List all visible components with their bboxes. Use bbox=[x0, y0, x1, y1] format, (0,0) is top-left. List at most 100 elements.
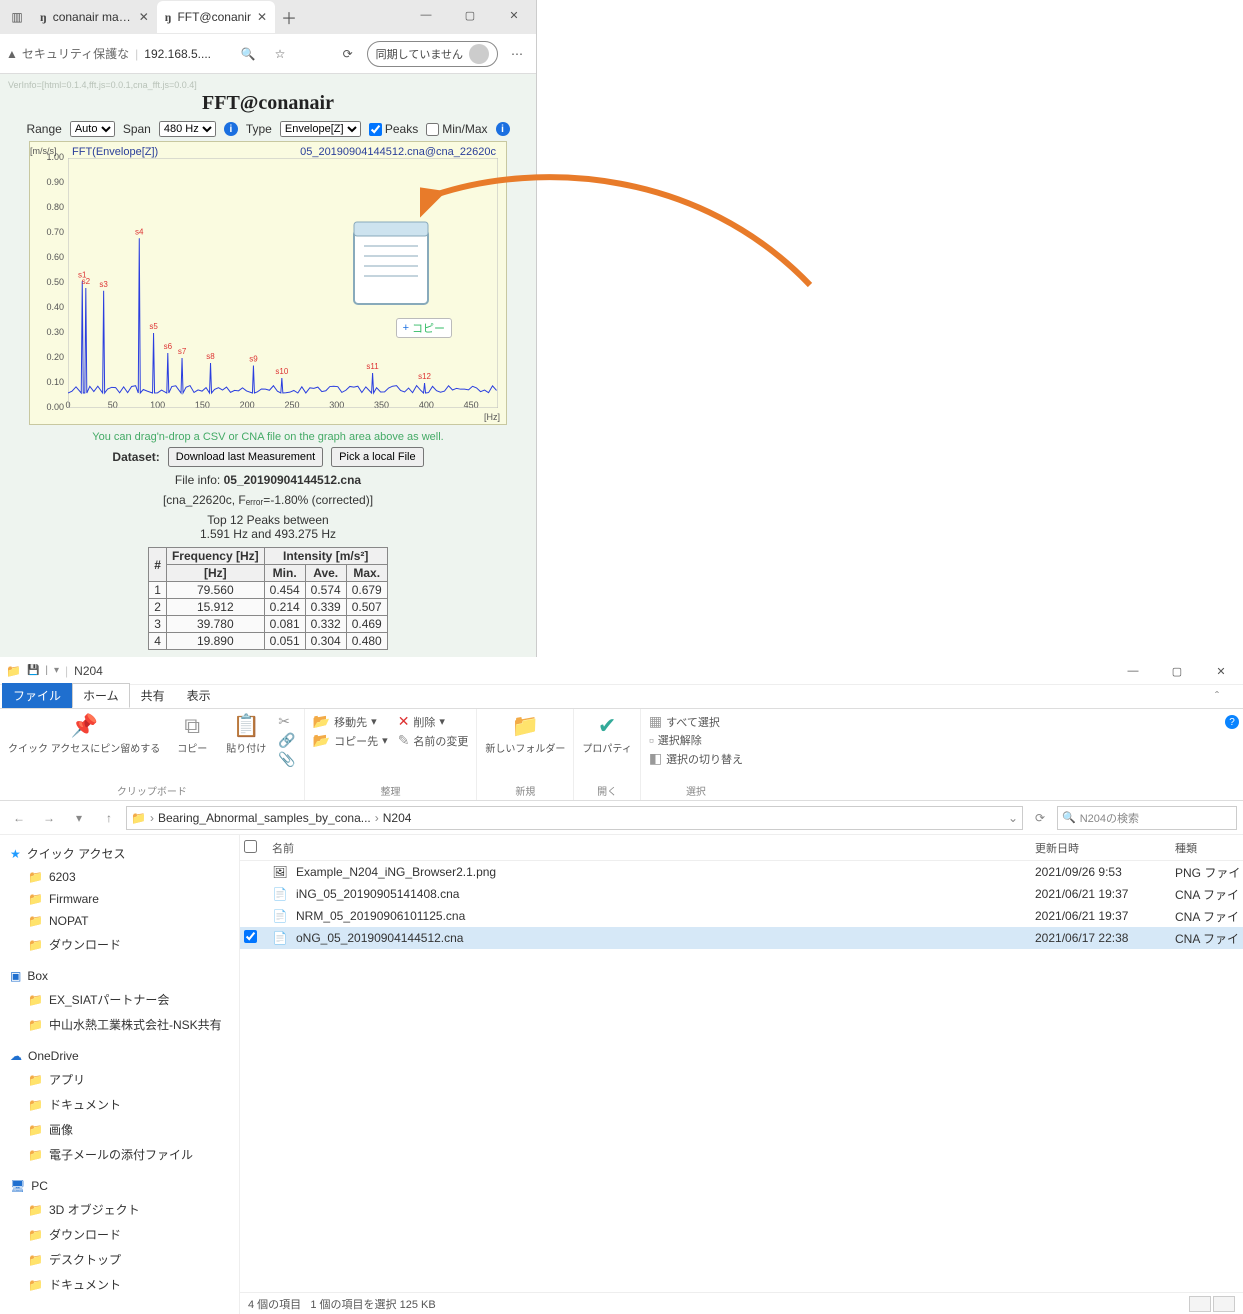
col-type[interactable]: 種類 bbox=[1175, 840, 1243, 856]
column-headers[interactable]: 名前 更新日時 種類 bbox=[240, 835, 1243, 861]
close-button[interactable]: ✕ bbox=[1199, 657, 1243, 685]
nav-item[interactable]: 📁6203 bbox=[0, 866, 239, 888]
browser-tab-0[interactable]: ŋ conanair manua ✕ bbox=[32, 1, 157, 33]
nav-item[interactable]: 📁EX_SIATパートナー会 bbox=[0, 987, 239, 1012]
file-row[interactable]: 📄iNG_05_20190905141408.cna2021/06/21 19:… bbox=[240, 883, 1243, 905]
nav-item[interactable]: 📁アプリ bbox=[0, 1067, 239, 1092]
nav-quick-access[interactable]: ★クイック アクセス bbox=[0, 841, 239, 866]
nav-tree[interactable]: ★クイック アクセス 📁6203📁Firmware📁NOPAT📁ダウンロード ▣… bbox=[0, 835, 240, 1314]
menu-icon[interactable]: ⋯ bbox=[504, 41, 530, 67]
file-row[interactable]: 📄oNG_05_20190904144512.cna2021/06/17 22:… bbox=[240, 927, 1243, 949]
back-button[interactable]: ← bbox=[6, 805, 32, 831]
selectall-button[interactable]: ▦すべて選択 bbox=[649, 713, 720, 730]
copy-button[interactable]: +コピー bbox=[396, 318, 452, 338]
nav-item[interactable]: 📁電子メールの添付ファイル bbox=[0, 1142, 239, 1167]
pick-file-button[interactable]: Pick a local File bbox=[331, 447, 423, 467]
collapse-ribbon-icon[interactable]: ˆ bbox=[1215, 689, 1219, 703]
crumb-root[interactable]: Bearing_Abnormal_samples_by_cona... bbox=[158, 811, 371, 825]
table-row: 339.7800.0810.3320.469 bbox=[149, 616, 387, 633]
col-date[interactable]: 更新日時 bbox=[1035, 840, 1175, 856]
svg-text:s2: s2 bbox=[82, 277, 91, 286]
pin-button[interactable]: 📌クイック アクセスにピン留めする bbox=[8, 713, 160, 755]
address-text[interactable]: 192.168.5.... bbox=[144, 47, 211, 61]
chart-area[interactable]: 0.000.100.200.300.400.500.600.700.800.90… bbox=[29, 141, 507, 425]
tab-view[interactable]: 表示 bbox=[176, 683, 222, 708]
view-icons-button[interactable] bbox=[1213, 1296, 1235, 1312]
search-input[interactable]: 🔍 N204の検索 bbox=[1057, 806, 1237, 830]
qat-sep: | bbox=[45, 665, 48, 676]
forward-button[interactable]: → bbox=[36, 805, 62, 831]
tab-actions-icon[interactable]: ▥ bbox=[2, 2, 32, 32]
refresh-icon[interactable]: ⟳ bbox=[335, 41, 361, 67]
nav-onedrive[interactable]: ☁OneDrive bbox=[0, 1045, 239, 1067]
newfolder-button[interactable]: 📁新しいフォルダー bbox=[485, 713, 565, 755]
tab-label-0: conanair manua bbox=[53, 10, 133, 24]
security-indicator[interactable]: ▲ セキュリティ保護な bbox=[6, 45, 129, 62]
file-row[interactable]: 🖼Example_N204_iNG_Browser2.1.png2021/09/… bbox=[240, 861, 1243, 883]
info-icon[interactable]: i bbox=[496, 122, 510, 136]
invert-button[interactable]: ◧選択の切り替え bbox=[649, 750, 743, 767]
sync-button[interactable]: 同期していません bbox=[367, 41, 498, 67]
file-info: File info: 05_20190904144512.cna bbox=[8, 473, 528, 487]
nav-item[interactable]: 📁Firmware bbox=[0, 888, 239, 910]
crumb-leaf[interactable]: N204 bbox=[383, 811, 412, 825]
copyto-button[interactable]: 📂コピー先▾ bbox=[313, 732, 388, 749]
cut-button[interactable]: ✂ bbox=[278, 713, 290, 730]
qat-save-icon[interactable]: 💾 bbox=[27, 665, 39, 676]
edge-toolbar: ▲ セキュリティ保護な | 192.168.5.... 🔍 ☆ ⟳ 同期していま… bbox=[0, 34, 536, 74]
rename-button[interactable]: ✎名前の変更 bbox=[398, 732, 469, 749]
properties-button[interactable]: ✔プロパティ bbox=[582, 713, 631, 755]
favorite-icon[interactable]: ☆ bbox=[267, 41, 293, 67]
maximize-button[interactable]: ▢ bbox=[1155, 657, 1199, 685]
tab-share[interactable]: 共有 bbox=[130, 683, 176, 708]
nav-pc[interactable]: 🖥PC bbox=[0, 1175, 239, 1197]
nav-item[interactable]: 📁ドキュメント bbox=[0, 1272, 239, 1297]
minimize-button[interactable]: — bbox=[404, 0, 448, 30]
folder-icon: 📁 bbox=[131, 811, 146, 825]
browser-tab-1[interactable]: ŋ FFT@conanir ✕ bbox=[157, 1, 275, 33]
tab-home[interactable]: ホーム bbox=[72, 683, 130, 708]
minmax-checkbox[interactable]: Min/Max bbox=[426, 122, 487, 136]
file-row[interactable]: 📄NRM_05_20190906101125.cna2021/06/21 19:… bbox=[240, 905, 1243, 927]
nav-item[interactable]: 📁ダウンロード bbox=[0, 1222, 239, 1247]
paste-shortcut-button[interactable]: 📎 bbox=[278, 751, 295, 768]
recent-button[interactable]: ▾ bbox=[66, 805, 92, 831]
col-name[interactable]: 名前 bbox=[268, 840, 1035, 856]
close-button[interactable]: ✕ bbox=[492, 0, 536, 30]
help-icon[interactable]: ? bbox=[1225, 715, 1239, 729]
close-icon[interactable]: ✕ bbox=[257, 10, 267, 24]
new-tab-button[interactable]: ＋ bbox=[275, 3, 303, 31]
nav-item[interactable]: 📁ドキュメント bbox=[0, 1092, 239, 1117]
nav-item[interactable]: 📁画像 bbox=[0, 1117, 239, 1142]
nav-item[interactable]: 📁デスクトップ bbox=[0, 1247, 239, 1272]
moveto-button[interactable]: 📂移動先▾ bbox=[313, 713, 377, 730]
nav-box[interactable]: ▣Box bbox=[0, 965, 239, 987]
up-button[interactable]: ↑ bbox=[96, 805, 122, 831]
tab-file[interactable]: ファイル bbox=[2, 683, 72, 708]
maximize-button[interactable]: ▢ bbox=[448, 0, 492, 30]
select-all-checkbox[interactable] bbox=[244, 840, 257, 853]
type-select[interactable]: Envelope[Z] bbox=[280, 121, 361, 137]
paste-button[interactable]: 📋貼り付け bbox=[224, 713, 268, 755]
copy-button[interactable]: ⧉コピー bbox=[170, 713, 214, 755]
delete-button[interactable]: ✕削除▾ bbox=[398, 713, 445, 730]
range-select[interactable]: Auto bbox=[70, 121, 115, 137]
breadcrumb[interactable]: 📁› Bearing_Abnormal_samples_by_cona...› … bbox=[126, 806, 1023, 830]
minimize-button[interactable]: — bbox=[1111, 657, 1155, 685]
peaks-checkbox[interactable]: Peaks bbox=[369, 122, 418, 136]
nav-item[interactable]: 📁3D オブジェクト bbox=[0, 1197, 239, 1222]
search-icon[interactable]: 🔍 bbox=[235, 41, 261, 67]
download-button[interactable]: Download last Measurement bbox=[168, 447, 323, 467]
nav-item[interactable]: 📁中山水熱工業株式会社-NSK共有 bbox=[0, 1012, 239, 1037]
nav-item[interactable]: 📁NOPAT bbox=[0, 910, 239, 932]
nav-item[interactable]: 📁ダウンロード bbox=[0, 932, 239, 957]
close-icon[interactable]: ✕ bbox=[139, 10, 149, 24]
file-list: 名前 更新日時 種類 🖼Example_N204_iNG_Browser2.1.… bbox=[240, 835, 1243, 1314]
selectnone-button[interactable]: ▫選択解除 bbox=[649, 732, 702, 748]
qat-view-icon[interactable]: ▾ bbox=[54, 665, 59, 676]
info-icon[interactable]: i bbox=[224, 122, 238, 136]
copypath-button[interactable]: 🔗 bbox=[278, 732, 295, 749]
span-select[interactable]: 480 Hz bbox=[159, 121, 216, 137]
view-details-button[interactable] bbox=[1189, 1296, 1211, 1312]
refresh-button[interactable]: ⟳ bbox=[1027, 805, 1053, 831]
